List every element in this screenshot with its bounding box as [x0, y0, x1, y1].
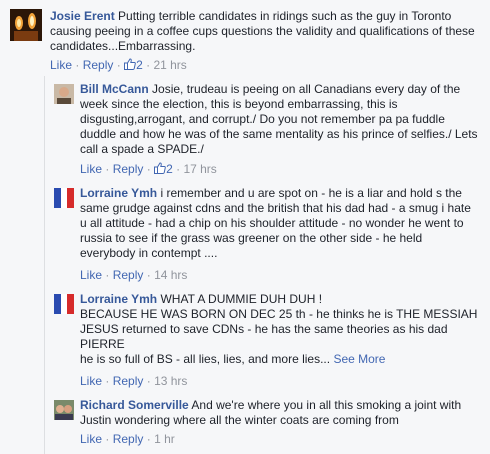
comment-time[interactable]: 14 hrs [154, 268, 187, 282]
user-avatar-candles[interactable] [10, 9, 42, 41]
like-count[interactable]: 2 [154, 162, 176, 176]
reply-thread-line [44, 76, 45, 454]
like-count[interactable]: 2 [124, 58, 146, 72]
comment-actions: Like · Reply · 2 · 21 hrs [50, 58, 187, 72]
comment-time[interactable]: 13 hrs [154, 374, 187, 388]
user-avatar-couple[interactable] [54, 400, 74, 420]
commenter-name[interactable]: Lorraine Ymh [80, 186, 157, 200]
comment-actions: Like · Reply · 1 hr [80, 432, 175, 446]
reply-link[interactable]: Reply [83, 58, 114, 72]
like-link[interactable]: Like [80, 432, 102, 446]
reply-link[interactable]: Reply [113, 268, 144, 282]
comment-actions: Like · Reply · 2 · 17 hrs [80, 162, 217, 176]
comment-time[interactable]: 1 hr [154, 432, 175, 446]
see-more-link[interactable]: See More [333, 352, 385, 366]
user-avatar-flag[interactable] [54, 188, 74, 208]
comment-actions: Like · Reply · 13 hrs [80, 374, 188, 388]
commenter-name[interactable]: Richard Somerville [80, 398, 189, 412]
user-avatar-flag[interactable] [54, 294, 74, 314]
comment-time[interactable]: 17 hrs [183, 162, 216, 176]
like-link[interactable]: Like [50, 58, 72, 72]
like-link[interactable]: Like [80, 374, 102, 388]
reply-link[interactable]: Reply [113, 374, 144, 388]
thumbs-up-icon [124, 58, 136, 70]
comment-text-line-2: BECAUSE HE WAS BORN ON DEC 25 th - he th… [80, 307, 478, 351]
like-link[interactable]: Like [80, 162, 102, 176]
like-link[interactable]: Like [80, 268, 102, 282]
commenter-name[interactable]: Josie Erent [50, 9, 115, 23]
commenter-name[interactable]: Lorraine Ymh [80, 292, 157, 306]
user-avatar-portrait[interactable] [54, 84, 74, 104]
thumbs-up-icon [154, 162, 166, 174]
reply-link[interactable]: Reply [113, 432, 144, 446]
comment-time[interactable]: 21 hrs [153, 58, 186, 72]
comment-text-line-3: he is so full of BS - all lies, lies, an… [80, 352, 331, 366]
comment-actions: Like · Reply · 14 hrs [80, 268, 188, 282]
commenter-name[interactable]: Bill McCann [80, 82, 149, 96]
comment-text-line-1: WHAT A DUMMIE DUH DUH ! [160, 292, 323, 306]
reply-link[interactable]: Reply [113, 162, 144, 176]
